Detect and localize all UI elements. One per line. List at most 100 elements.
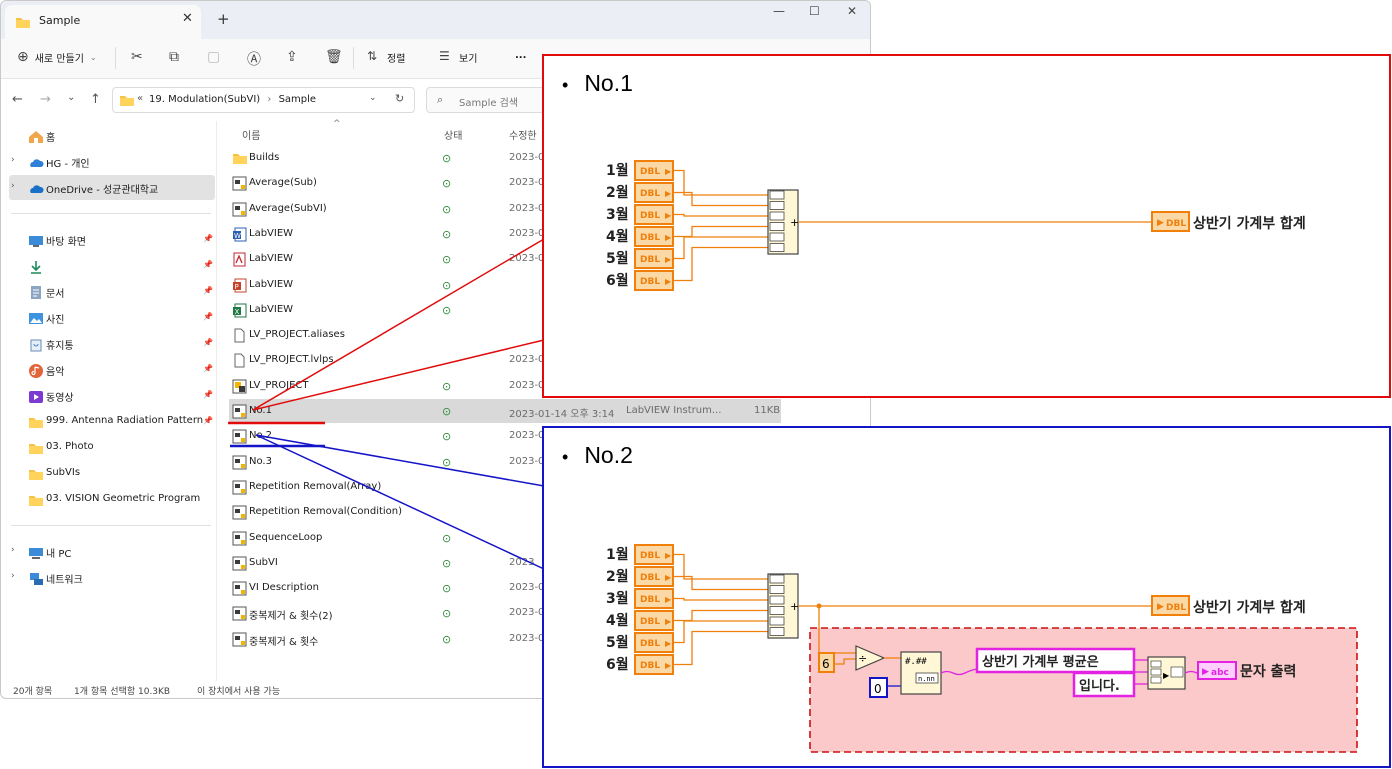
plus-circle-icon: ⊕ <box>17 49 29 65</box>
column-header-modified[interactable]: 수정한 <box>509 127 537 142</box>
add-tab-icon[interactable]: + <box>217 10 230 28</box>
pane-divider[interactable] <box>216 121 217 681</box>
breadcrumb-item[interactable]: Sample <box>279 94 317 105</box>
close-tab-icon[interactable]: ✕ <box>182 11 193 26</box>
sum-indicator[interactable]: ▶ DBL <box>1151 211 1190 232</box>
month-input-control[interactable]: 3월 DBL ▶ <box>606 204 674 225</box>
chevron-right-icon[interactable]: › <box>11 571 15 581</box>
chevron-right-icon[interactable]: › <box>11 155 15 165</box>
recent-icon[interactable]: ⌄ <box>67 92 75 103</box>
dbl-tag: DBL <box>1166 219 1186 229</box>
cut-icon[interactable]: ✂ <box>131 49 143 65</box>
sidebar-item[interactable]: 음악 📌 <box>9 357 215 382</box>
block-diagram-no1: • No.1 1월 DBL ▶ 2월 DBL ▶ 3월 DBL ▶ 4월 DBL ▶ 5월 DBL ▶ 6월 DB… <box>542 54 1391 398</box>
breadcrumb-overflow[interactable]: « <box>137 93 143 104</box>
chevron-right-icon[interactable]: › <box>11 181 15 191</box>
sort-button[interactable]: 정렬 <box>387 50 405 65</box>
string-1-text: 상반기 가계부 평균은 <box>982 654 1099 670</box>
sidebar-item[interactable]: 홈 <box>9 123 215 148</box>
month-input-control[interactable]: 2월 DBL ▶ <box>606 182 674 203</box>
month-input-control[interactable]: 5월 DBL ▶ <box>606 248 674 269</box>
file-name: Repetition Removal(Condition) <box>249 506 403 518</box>
compound-add-node[interactable]: + <box>767 189 799 255</box>
month-input-control[interactable]: 4월 DBL ▶ <box>606 226 674 247</box>
sort-icon[interactable]: ⇅ <box>367 49 377 63</box>
diagram-no1: 1월 DBL ▶2월 DBL ▶3월 DBL ▶4월 DBL ▶5월 DBL ▶6월 DBL ▶ + ▶… <box>606 160 1306 291</box>
input-terminals: 1월 DBL ▶ 2월 DBL ▶ 3월 DBL ▶ 4월 DBL ▶ 5월 DBL ▶ 6월 DBL ▶ <box>606 544 674 675</box>
view-icon[interactable]: ☰ <box>439 49 450 63</box>
sum-indicator[interactable]: ▶ DBL <box>1151 595 1190 616</box>
month-input-control[interactable]: 6월 DBL ▶ <box>606 270 674 291</box>
add-input-row <box>769 211 785 221</box>
copy-icon[interactable]: ⧉ <box>169 49 179 65</box>
precision-constant[interactable]: 0 <box>869 677 888 698</box>
sum-label: 상반기 가계부 합계 <box>1193 599 1306 616</box>
file-name: 중복제거 & 횟수(2) <box>249 611 333 623</box>
file-name: Repetition Removal(Array) <box>249 480 382 492</box>
address-input[interactable]: « 19. Modulation(SubVI) › Sample ⌄ ↻ <box>112 87 415 113</box>
string-constant-2[interactable]: 입니다. <box>1072 671 1136 698</box>
string-constant-1[interactable]: 상반기 가계부 평균은 <box>975 647 1136 674</box>
sync-status-icon: ⊙ <box>442 531 452 545</box>
string-indicator[interactable]: ▶ abc <box>1197 661 1237 680</box>
number-to-string-node[interactable]: #.## n.nn <box>900 651 942 695</box>
forward-icon[interactable]: → <box>40 92 51 107</box>
month-input-control[interactable]: 3월 DBL ▶ <box>606 588 674 609</box>
view-button[interactable]: 보기 <box>459 50 477 65</box>
sidebar-item-label: 휴지통 <box>46 341 74 352</box>
dbl-tag: DBL <box>640 255 660 265</box>
rename-icon[interactable]: Ⓐ <box>247 49 261 69</box>
sidebar-item[interactable]: 사진 📌 <box>9 305 215 330</box>
up-icon[interactable]: ↑ <box>90 92 101 107</box>
back-icon[interactable]: ← <box>12 92 23 107</box>
wire <box>673 630 768 666</box>
breadcrumb-item[interactable]: 19. Modulation(SubVI) <box>149 94 260 105</box>
sync-status-icon: ⊙ <box>442 632 452 646</box>
paste-icon[interactable]: ▢ <box>207 49 220 65</box>
new-button[interactable]: ⊕ 새로 만들기 ⌄ <box>17 49 97 65</box>
tab-sample[interactable]: Sample ✕ <box>5 5 201 39</box>
more-options-button[interactable]: ... <box>515 50 526 61</box>
concatenate-strings-node[interactable]: ▶ <box>1147 656 1186 690</box>
chevron-right-icon[interactable]: › <box>11 545 15 555</box>
pdf-icon <box>232 252 248 270</box>
column-header-name[interactable]: 이름 <box>242 127 260 142</box>
svg-text:▶: ▶ <box>1163 671 1170 680</box>
month-input-control[interactable]: 4월 DBL ▶ <box>606 610 674 631</box>
share-icon[interactable]: ⇪ <box>286 49 298 65</box>
sidebar-item[interactable]: › HG - 개인 <box>9 149 215 174</box>
sidebar-item-label: SubVIs <box>46 467 81 478</box>
delete-icon[interactable]: 🗑 <box>325 49 343 65</box>
month-input-control[interactable]: 5월 DBL ▶ <box>606 632 674 653</box>
close-window-icon[interactable]: ✕ <box>847 4 857 18</box>
sidebar-item[interactable]: SubVIs <box>9 461 215 486</box>
sidebar-item[interactable]: › OneDrive - 성균관대학교 <box>9 175 215 200</box>
sidebar-item[interactable]: › 네트워크 <box>9 565 215 590</box>
sidebar-item[interactable]: 동영상 📌 <box>9 383 215 408</box>
block-diagram-no2: • No.2 1월 DBL ▶ 2월 DBL ▶ 3월 DBL ▶ 4월 DBL ▶ 5월 DBL ▶ 6월 DB… <box>542 426 1391 768</box>
sidebar-item[interactable]: 📌 <box>9 253 215 278</box>
column-header-status[interactable]: 상태 <box>444 127 462 142</box>
address-dropdown-icon[interactable]: ⌄ <box>369 93 377 103</box>
compound-add-node[interactable]: + <box>767 573 799 639</box>
month-input-control[interactable]: 6월 DBL ▶ <box>606 654 674 675</box>
sidebar-item[interactable]: 999. Antenna Radiation Pattern 📌 <box>9 409 215 434</box>
sidebar-item[interactable]: 03. Photo <box>9 435 215 460</box>
sidebar-item[interactable]: 휴지통 📌 <box>9 331 215 356</box>
file-row[interactable]: No.1 ⊙ 2023-01-14 오후 3:14 LabVIEW Instrum..… <box>229 399 781 423</box>
month-label: 6월 <box>606 272 629 289</box>
minimize-icon[interactable]: — <box>773 4 785 18</box>
ppt-icon: P <box>232 278 248 296</box>
month-input-control[interactable]: 2월 DBL ▶ <box>606 566 674 587</box>
sidebar-item[interactable]: 03. VISION Geometric Program <box>9 487 215 512</box>
sidebar-item[interactable]: 문서 📌 <box>9 279 215 304</box>
sidebar-item-label: 내 PC <box>46 549 72 560</box>
divisor-constant[interactable]: 6 <box>818 652 835 673</box>
sidebar-item[interactable]: › 내 PC <box>9 539 215 564</box>
sidebar-item[interactable]: 바탕 화면 📌 <box>9 227 215 252</box>
month-input-control[interactable]: 1월 DBL ▶ <box>606 160 674 181</box>
refresh-icon[interactable]: ↻ <box>395 92 404 105</box>
month-input-control[interactable]: 1월 DBL ▶ <box>606 544 674 565</box>
maximize-icon[interactable]: ☐ <box>809 4 820 18</box>
sidebar-item-label: 문서 <box>46 289 65 300</box>
